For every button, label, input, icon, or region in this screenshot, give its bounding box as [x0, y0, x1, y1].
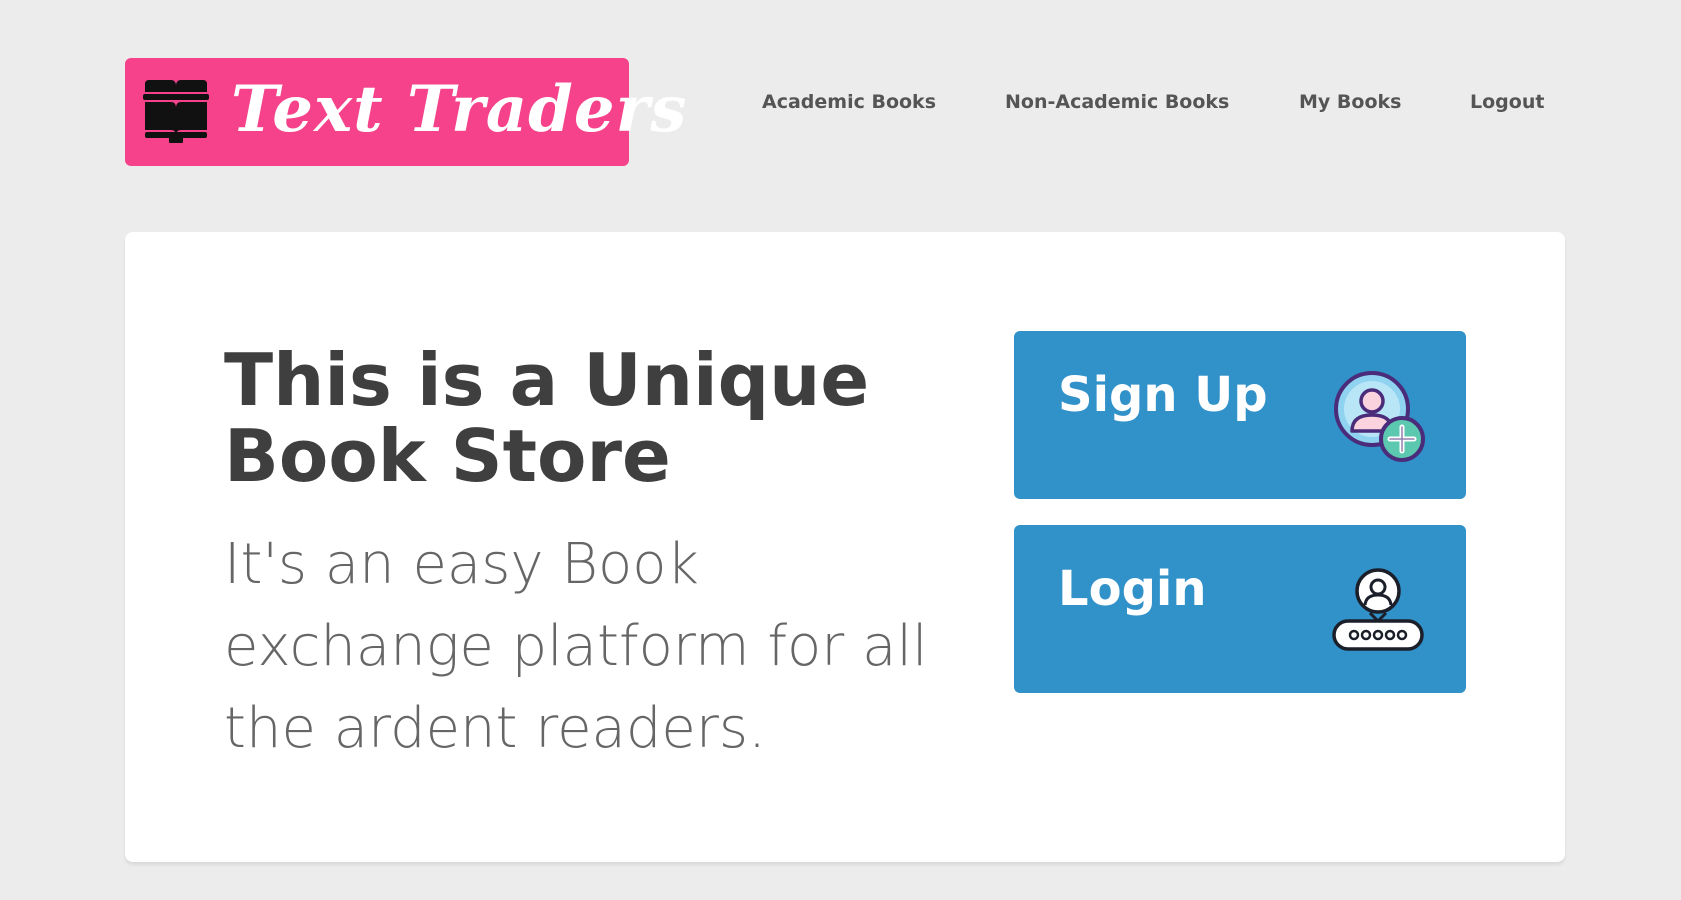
add-user-icon — [1334, 371, 1425, 462]
nav-logout[interactable]: Logout — [1470, 91, 1544, 113]
hero-subtext: It's an easy Book exchange platform for … — [224, 532, 928, 761]
login-button[interactable]: Login — [1014, 525, 1466, 693]
nav-my-books[interactable]: My Books — [1299, 91, 1401, 113]
signup-label: Sign Up — [1058, 367, 1268, 423]
nav-academic-books[interactable]: Academic Books — [762, 91, 936, 113]
logo-text: Text Traders — [231, 72, 688, 147]
book-icon — [143, 80, 209, 143]
site-logo[interactable]: Text Traders — [125, 58, 686, 166]
user-password-icon — [1332, 568, 1424, 651]
nav-non-academic-books[interactable]: Non-Academic Books — [1005, 91, 1229, 113]
site-header: Text Traders Academic Books Non-Academic… — [0, 0, 1681, 200]
hero-card: This is a Unique Book Store It's an easy… — [125, 232, 1565, 862]
signup-button[interactable]: Sign Up — [1014, 331, 1466, 499]
page-title: This is a Unique Book Store — [224, 338, 870, 498]
login-label: Login — [1058, 561, 1207, 617]
